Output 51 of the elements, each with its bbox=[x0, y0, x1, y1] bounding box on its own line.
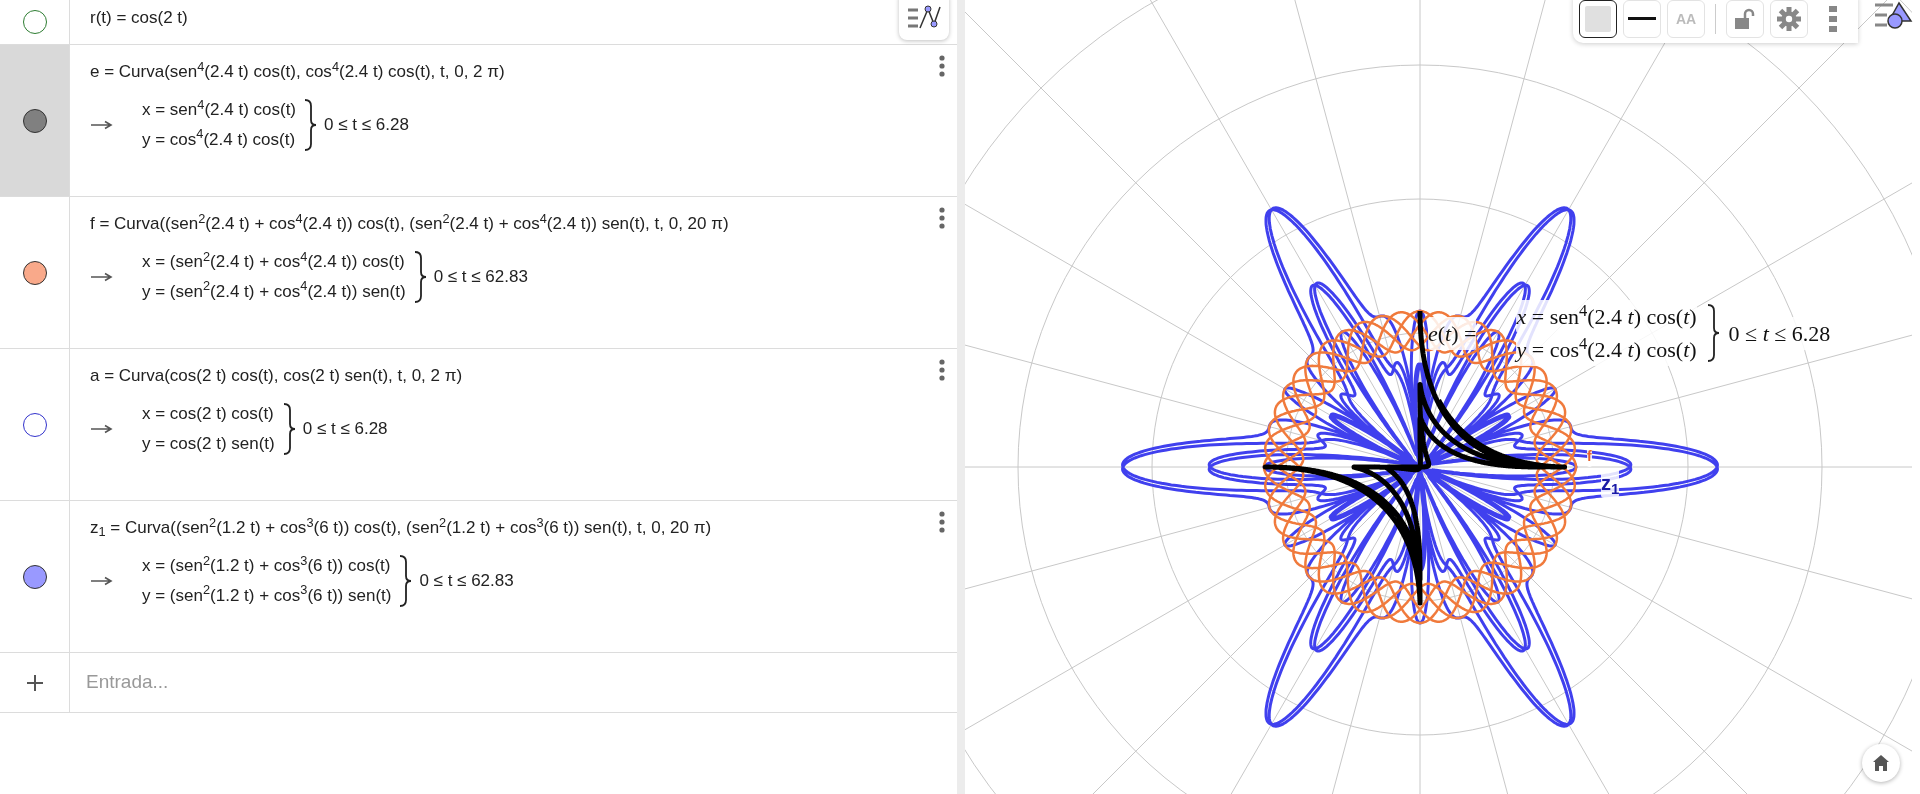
settings-button[interactable] bbox=[1770, 0, 1808, 38]
unlocked-icon bbox=[1734, 8, 1756, 30]
home-icon bbox=[1872, 754, 1890, 772]
output-line: y = cos(2 t) sen(t) bbox=[142, 432, 275, 455]
visibility-dot[interactable] bbox=[22, 260, 47, 285]
visibility-dot[interactable] bbox=[22, 564, 47, 589]
more-icon[interactable] bbox=[939, 207, 945, 229]
range-text: 0 ≤ t ≤ 6.28 bbox=[324, 113, 409, 136]
definition-text[interactable]: r(t) = cos(2 t) bbox=[90, 7, 887, 30]
range-text: 0 ≤ t ≤ 6.28 bbox=[302, 417, 388, 440]
plus-icon[interactable] bbox=[25, 673, 44, 692]
curve[interactable] bbox=[1121, 206, 1719, 728]
more-icon[interactable] bbox=[939, 511, 945, 533]
curve-label[interactable]: e(t) = bbox=[1428, 316, 1477, 350]
more-icon[interactable] bbox=[939, 359, 945, 381]
home-button[interactable] bbox=[1862, 744, 1900, 782]
lock-button[interactable] bbox=[1726, 0, 1764, 38]
output-line: y = cos$^{4}$(2.4 t) cos(t) bbox=[142, 126, 296, 151]
color-button[interactable] bbox=[1579, 0, 1617, 38]
definition-text[interactable]: z$_{1}$ = Curva((sen$^{2}$(1.2 t) + cos$^{3}$(6 t)) cos(t), (sen$^{2}$(1.2 t) + cos$^{3}$(6 t)) sen(t), t, 0, 20 π) bbox=[90, 517, 887, 540]
definition-text[interactable]: f = Curva((sen$^{2}$(2.4 t) + cos$^{4}$(2.4 t)) cos(t), (sen$^{2}$(2.4 t) + cos$^{4}$(2.4 t)) sen(t), t, 0, 20 π) bbox=[90, 213, 887, 236]
definition-text[interactable]: a = Curva(cos(2 t) cos(t), cos(2 t) sen(t), t, 0, 2 π) bbox=[90, 365, 887, 388]
input-field[interactable]: Entrada... bbox=[84, 667, 937, 698]
line-icon bbox=[1628, 17, 1656, 21]
brace-icon bbox=[302, 97, 318, 152]
output-line: x = (sen$^{2}$(1.2 t) + cos$^{3}$(6 t)) cos(t) bbox=[142, 553, 392, 578]
settings-icon bbox=[1777, 7, 1801, 31]
output-line: x = sen$^{4}$(2.4 t) cos(t) bbox=[142, 97, 296, 122]
color-swatch-icon bbox=[1585, 6, 1611, 32]
arrow-icon bbox=[90, 575, 114, 586]
arrow-icon bbox=[90, 271, 114, 282]
output-line: y = (sen$^{2}$(2.4 t) + cos$^{4}$(2.4 t)) sen(t) bbox=[142, 278, 406, 303]
range-text: 0 ≤ t ≤ 62.83 bbox=[433, 265, 528, 288]
more-icon[interactable] bbox=[939, 55, 945, 77]
line-style-button[interactable] bbox=[1623, 0, 1661, 38]
more-icon bbox=[1829, 6, 1837, 32]
visibility-circle[interactable] bbox=[22, 10, 47, 34]
output-line: y = (sen$^{2}$(1.2 t) + cos$^{3}$(6 t)) sen(t) bbox=[142, 582, 392, 607]
output-line: x = cos(2 t) cos(t) bbox=[142, 403, 275, 426]
range-text: 0 ≤ t ≤ 62.83 bbox=[419, 569, 514, 592]
visibility-circle[interactable] bbox=[22, 412, 47, 437]
visibility-dot[interactable] bbox=[22, 108, 47, 133]
range-text: 0 ≤ t ≤ 6.28 bbox=[1728, 316, 1831, 350]
algebra-view-toggle[interactable] bbox=[899, 0, 949, 40]
brace-icon bbox=[397, 553, 414, 608]
definition-text[interactable]: e = Curva(sen$^{4}$(2.4 t) cos(t), cos$^{4}$(2.4 t) cos(t), t, 0, 2 π) bbox=[90, 61, 887, 84]
arrow-icon bbox=[90, 423, 114, 434]
arrow-icon bbox=[90, 119, 114, 130]
output-line: x = (sen$^{2}$(2.4 t) + cos$^{4}$(2.4 t)) cos(t) bbox=[142, 249, 406, 274]
curve-label[interactable]: z$_{1}$ bbox=[1601, 468, 1620, 498]
row-marker[interactable] bbox=[0, 45, 70, 196]
